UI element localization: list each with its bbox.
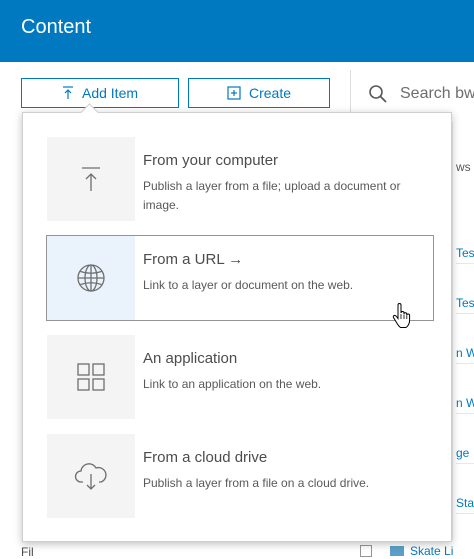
row-checkbox[interactable]	[360, 545, 372, 557]
table-row[interactable]: Stad	[456, 496, 474, 514]
apps-grid-icon	[77, 363, 105, 391]
option-title: From a cloud drive	[143, 449, 268, 466]
table-row[interactable]: ge	[456, 446, 474, 464]
option-description: Link to an application on the web.	[143, 377, 322, 391]
search-input[interactable]	[400, 84, 474, 104]
globe-icon	[77, 264, 105, 292]
create-button[interactable]: Create	[188, 78, 330, 108]
add-item-dropdown: From your computer Publish a layer from …	[22, 103, 452, 542]
option-title: From your computer	[143, 152, 279, 169]
app-header: Content	[0, 0, 474, 62]
option-description: Publish a layer from a file; upload a do…	[143, 179, 401, 212]
option-description: Publish a layer from a file on a cloud d…	[143, 476, 370, 490]
upload-icon	[82, 167, 100, 191]
item-title-link[interactable]: Skate Li	[410, 544, 453, 558]
table-row[interactable]: Test	[456, 246, 474, 264]
table-header-cell: ws	[456, 160, 471, 174]
option-title: From a URL →	[143, 251, 244, 268]
option-icon-box	[47, 335, 135, 419]
filter-label: Fil	[21, 545, 34, 559]
option-description: Link to a layer or document on the web.	[143, 278, 354, 292]
table-row[interactable]: Test	[456, 296, 474, 314]
cloud-download-icon	[74, 463, 107, 490]
search-icon[interactable]	[368, 84, 388, 104]
page-title: Content	[21, 16, 92, 38]
toolbar-divider	[350, 70, 351, 116]
add-item-label: Add Item	[81, 85, 139, 101]
option-cloud-drive[interactable]: From a cloud drive Publish a layer from …	[46, 433, 434, 519]
upload-arrow-icon	[62, 86, 73, 99]
table-row[interactable]: n W	[456, 396, 474, 414]
option-icon-box	[47, 137, 135, 221]
option-from-url[interactable]: From a URL → Link to a layer or document…	[46, 235, 434, 321]
table-row[interactable]: n W	[456, 346, 474, 364]
content-table-edge	[452, 122, 474, 542]
option-from-computer[interactable]: From your computer Publish a layer from …	[46, 136, 434, 222]
option-icon-box	[47, 434, 135, 518]
option-application[interactable]: An application Link to an application on…	[46, 334, 434, 420]
option-icon-box	[47, 236, 135, 320]
add-item-button[interactable]: Add Item	[21, 78, 179, 108]
hand-cursor-icon	[392, 303, 411, 328]
option-title: An application	[143, 350, 238, 367]
plus-square-icon	[227, 86, 241, 100]
create-label: Create	[248, 85, 292, 101]
